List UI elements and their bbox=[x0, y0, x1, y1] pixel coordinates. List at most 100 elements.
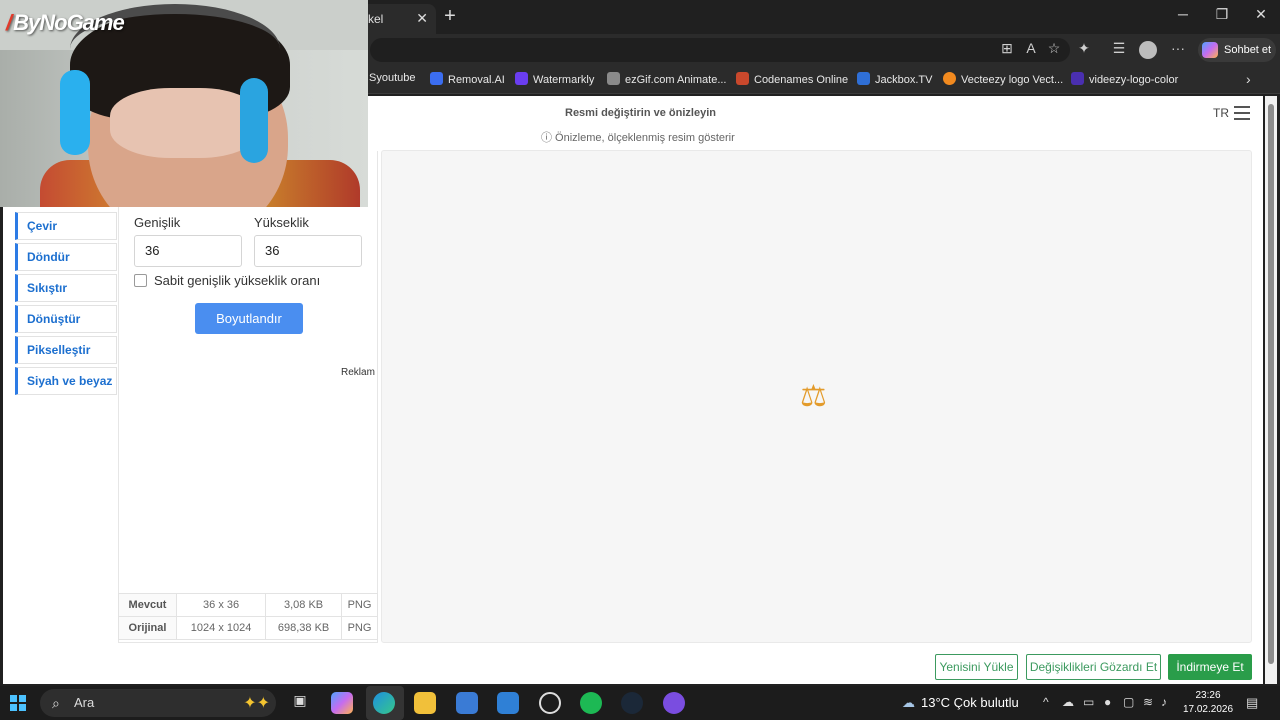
favorites-icon[interactable]: ☰ bbox=[1108, 40, 1130, 57]
minimize-icon[interactable]: ─ bbox=[1168, 6, 1198, 22]
edge-browser-icon[interactable] bbox=[373, 692, 395, 714]
webcam-overlay: /ByNoGame bbox=[0, 0, 368, 207]
table-cell: Mevcut bbox=[118, 593, 177, 617]
mail-icon[interactable] bbox=[497, 692, 519, 714]
bookmark-item[interactable]: Removal.AI bbox=[430, 72, 505, 86]
upload-new-button[interactable]: Yenisini Yükle bbox=[935, 654, 1018, 680]
weather-text: 13°C Çok bulutlu bbox=[921, 695, 1019, 710]
windows-start-icon[interactable] bbox=[10, 695, 26, 711]
sidebar-item-convert[interactable]: Dönüştür bbox=[15, 305, 117, 333]
sidebar-item-black-white[interactable]: Siyah ve beyaz bbox=[15, 367, 117, 395]
cloud-icon: ☁ bbox=[902, 695, 915, 710]
favorite-star-icon[interactable]: ☆ bbox=[1043, 40, 1065, 57]
copilot-app-icon[interactable] bbox=[331, 692, 353, 714]
bookmark-item[interactable]: Watermarkly bbox=[515, 72, 594, 86]
cloud-sync-icon[interactable]: ☁ bbox=[1062, 695, 1074, 709]
bookmark-item[interactable]: Syoutube bbox=[369, 72, 415, 84]
clock-time: 23:26 bbox=[1195, 690, 1221, 701]
codenames-icon bbox=[736, 72, 749, 85]
sidebar-item-compress[interactable]: Sıkıştır bbox=[15, 274, 117, 302]
bookmark-item[interactable]: ezGif.com Animate... bbox=[607, 72, 726, 86]
windows-taskbar: ⌕ Ara ✦✦ ▣ ☁ 13°C Çok bulutlu ^ ☁ ▭ ● ▢ ≋… bbox=[0, 686, 1280, 720]
clock-date: 17.02.2026 bbox=[1182, 704, 1234, 715]
extensions-icon[interactable]: ✦ bbox=[1073, 40, 1095, 57]
copilot-chat-label: Sohbet et bbox=[1224, 44, 1272, 56]
copilot-icon bbox=[1202, 42, 1218, 58]
sidebar-item-flip[interactable]: Çevir bbox=[15, 212, 117, 240]
bookmark-item[interactable]: Jackbox.TV bbox=[857, 72, 932, 86]
headphone-left bbox=[60, 70, 90, 155]
bookmark-item[interactable]: Codenames Online bbox=[736, 72, 848, 86]
browser-tab-active[interactable]: kel ✕ bbox=[358, 4, 436, 34]
removal-ai-icon bbox=[430, 72, 443, 85]
table-cell: PNG bbox=[341, 616, 378, 640]
webcam-forehead bbox=[110, 88, 260, 158]
videezy-icon bbox=[1071, 72, 1084, 85]
aspect-ratio-label: Sabit genişlik yükseklik oranı bbox=[154, 273, 321, 288]
sidebar-item-rotate[interactable]: Döndür bbox=[15, 243, 117, 271]
url-input[interactable] bbox=[370, 38, 1070, 62]
chat-app-icon[interactable] bbox=[663, 692, 685, 714]
microsoft-store-icon[interactable] bbox=[456, 692, 478, 714]
steam-icon[interactable] bbox=[621, 692, 643, 714]
weather-widget[interactable]: ☁ 13°C Çok bulutlu bbox=[902, 695, 1019, 711]
spotify-icon[interactable] bbox=[580, 692, 602, 714]
search-icon: ⌕ bbox=[52, 695, 60, 711]
download-button[interactable]: İndirmeye Et bbox=[1168, 654, 1252, 680]
volume-icon[interactable]: ♪ bbox=[1161, 695, 1167, 709]
microphone-icon[interactable]: ● bbox=[1104, 695, 1111, 709]
tab-title: kel bbox=[368, 12, 384, 26]
image-info-table: Mevcut 36 x 36 3,08 KB PNG Orijinal 1024… bbox=[118, 593, 378, 640]
bookmark-item[interactable]: Vecteezy logo Vect... bbox=[943, 72, 1063, 86]
window-close-icon[interactable]: ✕ bbox=[1246, 6, 1276, 23]
bynogame-logo: /ByNoGame bbox=[6, 10, 125, 35]
resize-panel: Genişlik Yükseklik 36 36 Sabit genişlik … bbox=[118, 151, 378, 643]
scrollbar[interactable] bbox=[1265, 96, 1277, 684]
width-label: Genişlik bbox=[134, 215, 181, 230]
height-input[interactable]: 36 bbox=[254, 235, 362, 267]
page-title: Resmi değiştirin ve önizleyin bbox=[565, 107, 716, 119]
more-options-icon[interactable]: ··· bbox=[1167, 40, 1189, 56]
table-cell: PNG bbox=[341, 593, 378, 617]
new-tab-icon[interactable]: + bbox=[440, 4, 460, 28]
image-preview-area: ⚖ bbox=[381, 150, 1252, 643]
bookmark-item[interactable]: videezy-logo-color bbox=[1071, 72, 1178, 86]
resize-button[interactable]: Boyutlandır bbox=[195, 303, 303, 334]
notification-icon[interactable]: ▤ bbox=[1246, 695, 1258, 711]
system-clock[interactable]: 23:26 17.02.2026 bbox=[1180, 689, 1236, 717]
page-subtitle: ⓘ Önizleme, ölçeklenmiş resim gösterir bbox=[541, 132, 735, 144]
search-label: Ara bbox=[74, 695, 95, 710]
scrollbar-thumb[interactable] bbox=[1268, 104, 1274, 664]
discard-changes-button[interactable]: Değişiklikleri Gözardı Et bbox=[1026, 654, 1161, 680]
wifi-icon[interactable]: ≋ bbox=[1143, 695, 1153, 709]
ad-label: Reklam bbox=[341, 367, 375, 378]
table-cell: 1024 x 1024 bbox=[175, 616, 267, 640]
chevron-up-icon[interactable]: ^ bbox=[1043, 695, 1049, 709]
table-cell: 3,08 KB bbox=[265, 593, 342, 617]
ezgif-icon bbox=[607, 72, 620, 85]
aspect-ratio-checkbox[interactable] bbox=[134, 274, 147, 287]
watermarkly-icon bbox=[515, 72, 528, 85]
speedometer-icon[interactable] bbox=[539, 692, 561, 714]
chevron-right-icon[interactable]: › bbox=[1246, 71, 1251, 87]
apps-icon[interactable]: ⊞ bbox=[996, 40, 1018, 57]
close-icon[interactable]: ✕ bbox=[416, 10, 428, 27]
task-view-icon[interactable]: ▣ bbox=[289, 692, 311, 714]
restore-icon[interactable]: ❐ bbox=[1207, 6, 1237, 23]
file-explorer-icon[interactable] bbox=[414, 692, 436, 714]
table-cell: 36 x 36 bbox=[175, 593, 267, 617]
sparkle-icon: ✦✦ bbox=[243, 695, 270, 712]
width-input[interactable]: 36 bbox=[134, 235, 242, 267]
scales-icon: ⚖ bbox=[800, 380, 827, 413]
copilot-chat-button[interactable]: Sohbet et bbox=[1198, 38, 1276, 62]
table-cell: 698,38 KB bbox=[265, 616, 342, 640]
hamburger-menu-icon[interactable] bbox=[1234, 106, 1250, 120]
sidebar-item-pixelate[interactable]: Pikselleştir bbox=[15, 336, 117, 364]
display-icon[interactable]: ▢ bbox=[1123, 695, 1134, 709]
battery-icon[interactable]: ▭ bbox=[1083, 695, 1094, 709]
profile-avatar[interactable] bbox=[1139, 41, 1157, 59]
vecteezy-icon bbox=[943, 72, 956, 85]
read-aloud-icon[interactable]: A bbox=[1020, 40, 1042, 56]
taskbar-search[interactable]: ⌕ Ara ✦✦ bbox=[40, 689, 276, 717]
language-selector[interactable]: TR bbox=[1213, 106, 1229, 120]
